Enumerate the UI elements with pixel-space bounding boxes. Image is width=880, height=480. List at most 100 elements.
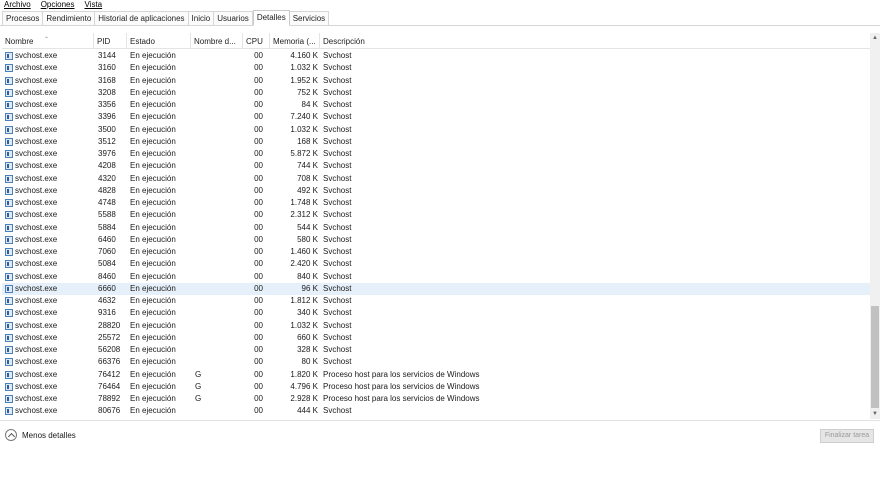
process-cpu: 00 xyxy=(254,161,263,171)
table-row[interactable]: svchost.exe 5588 En ejecución 00 2.312 K Svch… xyxy=(2,209,870,221)
less-details-toggle[interactable]: Menos detalles xyxy=(5,429,76,441)
table-row[interactable]: svchost.exe 5884 En ejecución 00 544 K Svchos… xyxy=(2,222,870,234)
process-name: svchost.exe xyxy=(4,295,92,307)
process-icon xyxy=(5,199,13,207)
table-row[interactable]: svchost.exe 25572 En ejecución 00 660 K Svcho… xyxy=(2,332,870,344)
table-row[interactable]: svchost.exe 7060 En ejecución 00 1.460 K Svch… xyxy=(2,246,870,258)
process-username xyxy=(195,62,241,74)
process-username xyxy=(195,234,241,246)
table-row[interactable]: svchost.exe 3208 En ejecución 00 752 K Svchos… xyxy=(2,87,870,99)
tab-procesos[interactable]: Procesos xyxy=(2,11,44,25)
column-header-memory[interactable]: Memoria (... xyxy=(270,33,320,49)
table-row[interactable]: svchost.exe 4320 En ejecución 00 708 K Svchos… xyxy=(2,173,870,185)
table-row[interactable]: svchost.exe 3512 En ejecución 00 168 K Svchos… xyxy=(2,136,870,148)
process-name: svchost.exe xyxy=(4,332,92,344)
end-task-button[interactable]: Finalizar tarea xyxy=(820,429,874,443)
process-cpu: 00 xyxy=(254,357,263,367)
table-row[interactable]: svchost.exe 76464 En ejecución G 00 4.796 K Pr… xyxy=(2,381,870,393)
process-name: svchost.exe xyxy=(4,222,92,234)
process-state: En ejecución xyxy=(130,357,176,367)
table-row[interactable]: svchost.exe 3144 En ejecución 00 4.160 K Svch… xyxy=(2,50,870,62)
process-description: Svchost xyxy=(323,198,352,207)
process-state: En ejecución xyxy=(130,406,176,416)
tab-inicio[interactable]: Inicio xyxy=(188,11,215,25)
table-row[interactable]: svchost.exe 9316 En ejecución 00 340 K Svchos… xyxy=(2,307,870,319)
column-header-username[interactable]: Nombre d... xyxy=(191,33,243,49)
tab-servicios[interactable]: Servicios xyxy=(289,11,330,25)
process-cpu: 00 xyxy=(254,210,263,220)
table-row[interactable]: svchost.exe 4208 En ejecución 00 744 K Svchos… xyxy=(2,160,870,172)
process-icon xyxy=(5,346,13,354)
table-row[interactable]: svchost.exe 76412 En ejecución G 00 1.820 K Pr… xyxy=(2,369,870,381)
process-username xyxy=(195,173,241,185)
menu-file[interactable]: Archivo xyxy=(0,0,36,10)
table-row[interactable]: svchost.exe 3168 En ejecución 00 1.952 K Svch… xyxy=(2,75,870,87)
scroll-up-arrow-icon[interactable]: ▲ xyxy=(870,33,880,43)
process-cpu: 00 xyxy=(254,345,263,354)
table-row[interactable]: svchost.exe 66376 En ejecución 00 80 K Svchos… xyxy=(2,356,870,368)
tab-historial-de-aplicaciones[interactable]: Historial de aplicaciones xyxy=(95,11,189,25)
table-row[interactable]: svchost.exe 6460 En ejecución 00 580 K Svchos… xyxy=(2,234,870,246)
process-state: En ejecución xyxy=(130,222,176,232)
process-icon xyxy=(5,162,13,171)
process-cpu: 00 xyxy=(254,308,263,318)
column-header-name[interactable]: Nombre ⌃ xyxy=(2,33,94,49)
tab-rendimiento[interactable]: Rendimiento xyxy=(43,11,96,25)
tab-detalles[interactable]: Detalles xyxy=(252,10,290,26)
process-icon xyxy=(5,407,13,416)
process-icon xyxy=(5,101,13,109)
process-icon xyxy=(5,64,13,73)
process-username xyxy=(195,356,241,368)
column-header-state[interactable]: Estado xyxy=(127,33,191,49)
table-row[interactable]: svchost.exe 3500 En ejecución 00 1.032 K Svch… xyxy=(2,124,870,136)
column-header-cpu[interactable]: CPU xyxy=(243,33,270,49)
process-memory: 1.952 K xyxy=(290,75,318,85)
process-name-text: svchost.exe xyxy=(15,112,58,122)
tab-usuarios[interactable]: Usuarios xyxy=(214,11,253,25)
process-memory: 492 K xyxy=(297,185,318,195)
process-username xyxy=(195,320,241,332)
scroll-down-arrow-icon[interactable]: ▼ xyxy=(870,409,880,419)
process-state: En ejecución xyxy=(130,149,176,158)
process-name: svchost.exe xyxy=(4,344,92,356)
process-description: Svchost xyxy=(323,112,352,122)
table-row[interactable]: svchost.exe 4632 En ejecución 00 1.812 K Svch… xyxy=(2,295,870,307)
process-icon xyxy=(5,125,13,134)
column-header-pid[interactable]: PID xyxy=(94,33,127,49)
table-row[interactable]: svchost.exe 80676 En ejecución 00 444 K Svcho… xyxy=(2,405,870,417)
table-row[interactable]: svchost.exe 56208 En ejecución 00 328 K Svcho… xyxy=(2,344,870,356)
table-row[interactable]: svchost.exe 78892 En ejecución G 00 2.928 K Pr… xyxy=(2,393,870,405)
table-row[interactable]: svchost.exe 6660 En ejecución 00 96 K Svchost xyxy=(2,282,870,295)
collapse-chevron-icon xyxy=(5,429,17,441)
process-username xyxy=(195,405,241,417)
process-pid: 9316 xyxy=(98,308,116,318)
table-row[interactable]: svchost.exe 3976 En ejecución 00 5.872 K Svch… xyxy=(2,148,870,160)
process-icon xyxy=(5,358,13,367)
process-memory: 744 K xyxy=(297,161,318,171)
process-name-text: svchost.exe xyxy=(15,332,58,342)
process-cpu: 00 xyxy=(254,124,263,134)
table-row[interactable]: svchost.exe 3160 En ejecución 00 1.032 K Svch… xyxy=(2,62,870,74)
table-row[interactable]: svchost.exe 8460 En ejecución 00 840 K Svchos… xyxy=(2,271,870,283)
process-name-text: svchost.exe xyxy=(15,87,58,97)
column-header-description[interactable]: Descripción xyxy=(320,33,870,49)
process-description: Proceso host para los servicios de Windo… xyxy=(323,369,480,379)
process-username xyxy=(195,87,241,99)
process-name-text: svchost.exe xyxy=(15,161,58,171)
process-state: En ejecución xyxy=(130,124,176,134)
vertical-scrollbar[interactable]: ▲ ▼ xyxy=(870,33,880,419)
tab-strip: Procesos Rendimiento Historial de aplicaci… xyxy=(0,10,880,26)
process-cpu: 00 xyxy=(254,259,263,269)
process-description: Svchost xyxy=(323,320,352,330)
menu-options[interactable]: Opciones xyxy=(36,0,80,10)
table-row[interactable]: svchost.exe 3396 En ejecución 00 7.240 K Svch… xyxy=(2,111,870,123)
process-pid: 3512 xyxy=(98,136,116,146)
table-row[interactable]: svchost.exe 5084 En ejecución 00 2.420 K Svch… xyxy=(2,258,870,270)
scrollbar-thumb[interactable] xyxy=(871,306,879,408)
table-row[interactable]: svchost.exe 4828 En ejecución 00 492 K Svchos… xyxy=(2,185,870,197)
table-row[interactable]: svchost.exe 28820 En ejecución 00 1.032 K Svc… xyxy=(2,320,870,332)
table-row[interactable]: svchost.exe 3356 En ejecución 00 84 K Svchost xyxy=(2,99,870,111)
process-pid: 3976 xyxy=(98,149,116,158)
menu-view[interactable]: Vista xyxy=(79,0,107,10)
table-row[interactable]: svchost.exe 4748 En ejecución 00 1.748 K Svch… xyxy=(2,197,870,209)
